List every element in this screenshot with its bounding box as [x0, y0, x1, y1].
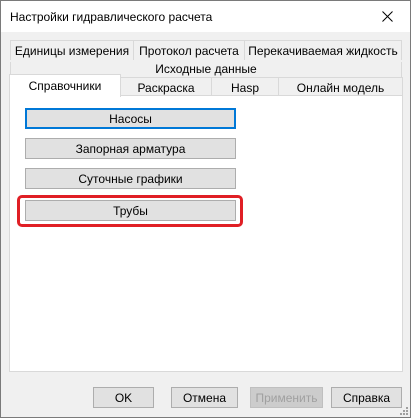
reference-panel	[9, 95, 403, 372]
apply-button[interactable]: Применить	[250, 387, 323, 408]
help-button[interactable]: Справка	[331, 387, 402, 408]
cancel-button[interactable]: Отмена	[171, 387, 238, 408]
tab-calc-protocol[interactable]: Протокол расчета	[133, 40, 245, 60]
tab-online-model[interactable]: Онлайн модель	[278, 77, 403, 97]
pumps-button[interactable]: Насосы	[25, 108, 236, 129]
pipes-button[interactable]: Трубы	[25, 200, 236, 221]
resize-grip-icon[interactable]	[398, 405, 408, 415]
tab-pumped-fluid[interactable]: Перекачиваемая жидкость	[244, 40, 402, 60]
tab-hasp[interactable]: Hasp	[211, 77, 279, 97]
close-icon	[381, 11, 393, 22]
ok-button[interactable]: OK	[93, 387, 154, 408]
tab-units[interactable]: Единицы измерения	[10, 40, 134, 60]
tab-reference[interactable]: Справочники	[9, 74, 121, 97]
window-title: Настройки гидравлического расчета	[10, 10, 213, 24]
settings-dialog: Настройки гидравлического расчета Единиц…	[0, 0, 411, 418]
daily-schedules-button[interactable]: Суточные графики	[25, 168, 236, 189]
shutoff-valves-button[interactable]: Запорная арматура	[25, 138, 236, 159]
title-bar: Настройки гидравлического расчета	[1, 1, 410, 32]
tab-coloring[interactable]: Раскраска	[120, 77, 212, 97]
close-button[interactable]	[364, 1, 410, 32]
